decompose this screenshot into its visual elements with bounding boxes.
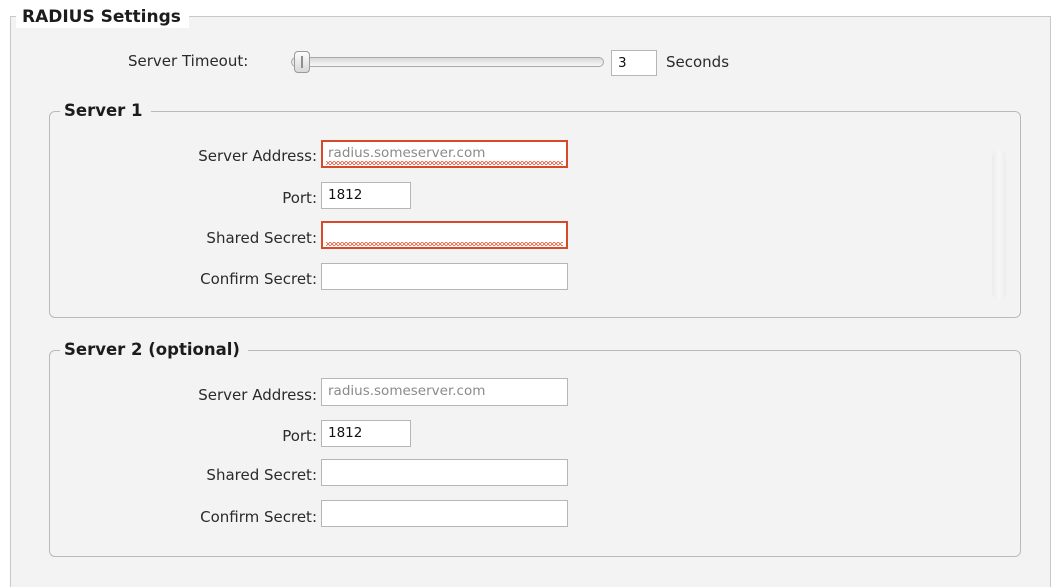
server2-address-label: Server Address: xyxy=(198,386,317,404)
server1-address-placeholder: radius.someserver.com xyxy=(328,145,486,161)
spellcheck-underline xyxy=(326,242,563,246)
server2-secret-field[interactable] xyxy=(321,459,568,486)
server1-confirm-field[interactable] xyxy=(321,263,568,290)
server-timeout-unit: Seconds xyxy=(666,53,730,71)
radius-settings-title: RADIUS Settings xyxy=(16,6,189,28)
server2-confirm-field[interactable] xyxy=(321,500,568,527)
server1-address-field[interactable]: radius.someserver.com xyxy=(321,140,568,168)
server-timeout-input[interactable]: 3 xyxy=(611,50,657,76)
server2-address-placeholder: radius.someserver.com xyxy=(328,383,486,399)
server1-scrollbar[interactable] xyxy=(992,150,1006,300)
server-timeout-slider-thumb[interactable] xyxy=(294,51,310,73)
server1-title: Server 1 xyxy=(60,101,151,121)
server2-port-field[interactable]: 1812 xyxy=(321,420,411,447)
spellcheck-underline xyxy=(326,161,563,165)
server1-address-label: Server Address: xyxy=(198,147,317,165)
slider-grip-icon xyxy=(301,56,303,68)
server2-title: Server 2 (optional) xyxy=(60,340,248,360)
server1-secret-field[interactable] xyxy=(321,221,568,249)
server2-address-field[interactable]: radius.someserver.com xyxy=(321,378,568,406)
server1-confirm-label: Confirm Secret: xyxy=(200,270,317,288)
server2-secret-label: Shared Secret: xyxy=(206,466,317,484)
server2-confirm-label: Confirm Secret: xyxy=(200,508,317,526)
server1-secret-label: Shared Secret: xyxy=(206,229,317,247)
server2-port-label: Port: xyxy=(282,427,317,445)
server1-port-field[interactable]: 1812 xyxy=(321,182,411,209)
server-timeout-slider[interactable] xyxy=(291,57,604,67)
server1-port-label: Port: xyxy=(282,189,317,207)
server-timeout-label: Server Timeout: xyxy=(128,52,249,70)
